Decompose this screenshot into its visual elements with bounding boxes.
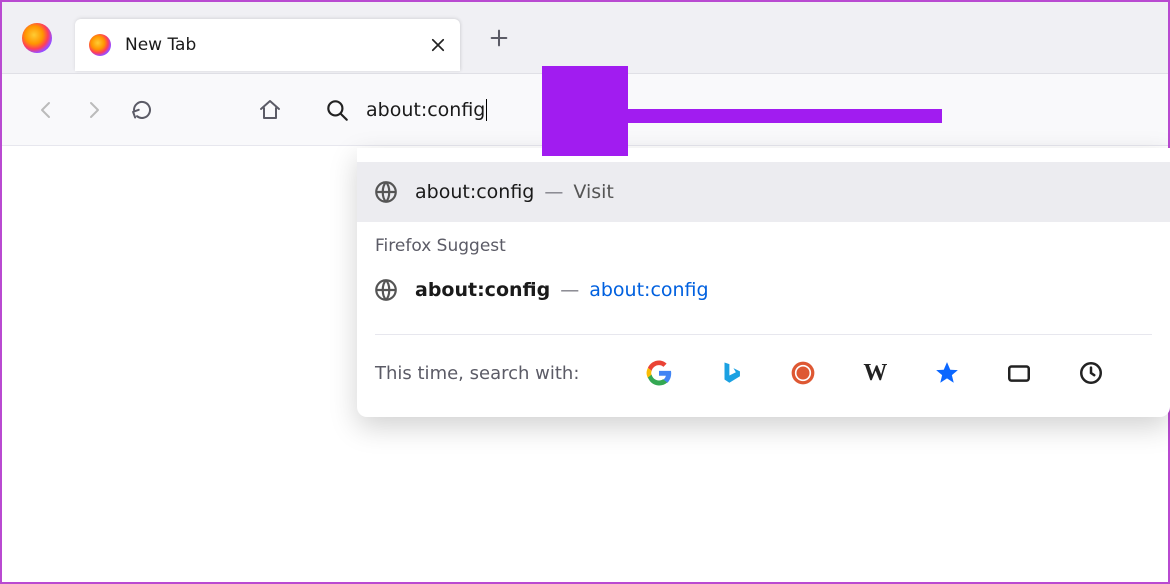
engine-google[interactable]: [641, 355, 677, 391]
suggestion-text: about:config: [415, 181, 534, 203]
engine-history[interactable]: [1073, 355, 1109, 391]
tab-strip: New Tab: [2, 2, 1168, 74]
tab-title: New Tab: [125, 35, 424, 55]
engine-wikipedia[interactable]: W: [857, 355, 893, 391]
firefox-logo-icon: [22, 23, 52, 53]
navigation-toolbar: about:config: [2, 74, 1168, 146]
search-icon: [324, 97, 350, 123]
suggestion-row-history[interactable]: about:config — about:config: [357, 260, 1170, 320]
suggestion-text: about:config: [415, 279, 550, 301]
new-tab-button[interactable]: [478, 17, 520, 59]
suggestion-separator: —: [544, 181, 563, 203]
search-engines-row: This time, search with: W: [357, 335, 1170, 417]
address-bar-text: about:config: [366, 99, 485, 121]
suggestion-separator: —: [560, 279, 579, 301]
suggestion-row-visit[interactable]: about:config — Visit: [357, 162, 1170, 222]
forward-button[interactable]: [70, 86, 118, 134]
home-button[interactable]: [246, 86, 294, 134]
engine-bing[interactable]: [713, 355, 749, 391]
suggestion-url: about:config: [589, 279, 708, 301]
text-caret: [486, 99, 487, 121]
back-button[interactable]: [22, 86, 70, 134]
close-tab-button[interactable]: [424, 31, 452, 59]
engine-bookmarks[interactable]: [929, 355, 965, 391]
tab-favicon-icon: [89, 34, 111, 56]
suggestion-action: Visit: [573, 181, 614, 203]
engine-tabs[interactable]: [1001, 355, 1037, 391]
suggest-section-label: Firefox Suggest: [357, 222, 1170, 260]
search-engines-label: This time, search with:: [375, 363, 579, 384]
urlbar-dropdown: about:config — Visit Firefox Suggest abo…: [357, 148, 1170, 417]
address-bar[interactable]: about:config: [304, 86, 1168, 134]
globe-icon: [373, 277, 399, 303]
browser-tab[interactable]: New Tab: [75, 19, 460, 71]
globe-icon: [373, 179, 399, 205]
engine-duckduckgo[interactable]: [785, 355, 821, 391]
reload-button[interactable]: [118, 86, 166, 134]
